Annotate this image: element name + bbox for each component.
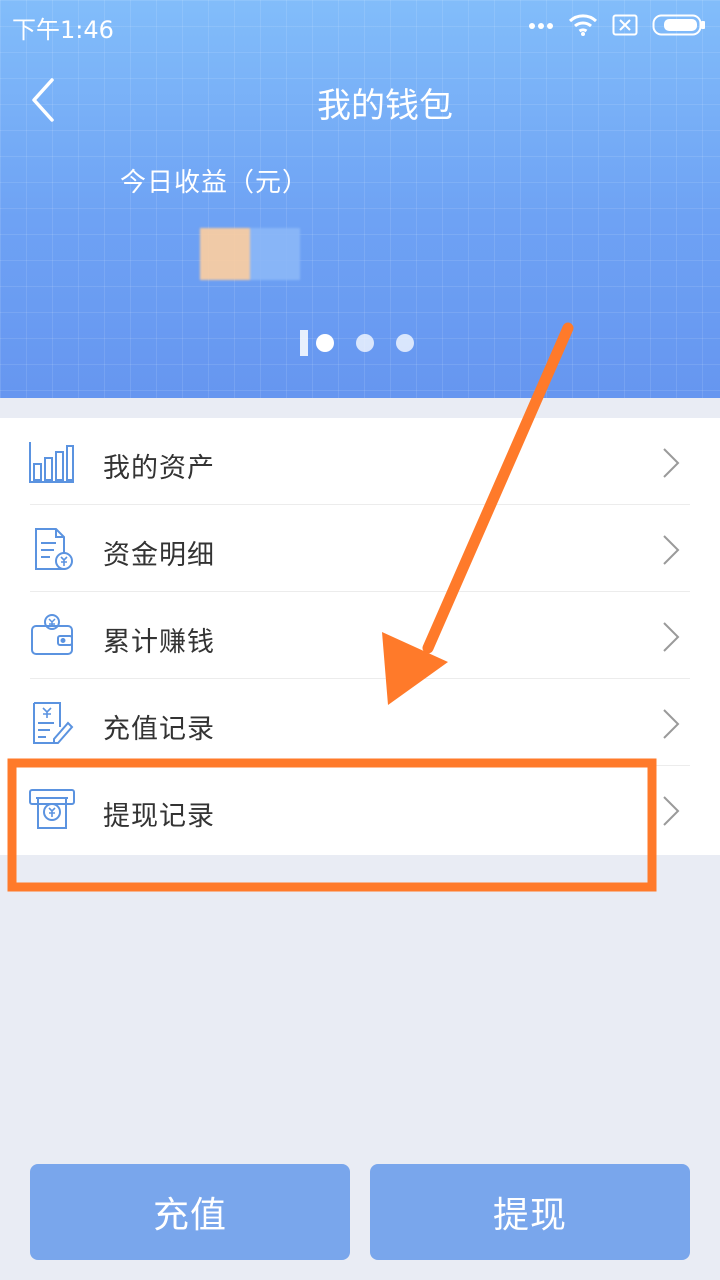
carousel-edge-mark [300,330,308,356]
menu-item-withdraw-records[interactable]: 提现记录 [0,766,720,853]
edit-record-icon [33,702,74,744]
status-bar: 下午1:46 [0,0,720,50]
page-title: 我的钱包 [317,86,453,126]
carousel-dot-3[interactable] [396,334,414,352]
menu-item-total-earnings[interactable]: 累计赚钱 [0,592,720,679]
wallet-icon [31,614,73,655]
wifi-icon [568,14,598,36]
recharge-button[interactable]: 充值 [30,1164,350,1260]
chevron-right-icon [663,535,680,565]
earnings-value-blurred [200,228,300,280]
withdraw-button[interactable]: 提现 [370,1164,690,1260]
chevron-right-icon [663,796,680,826]
wallet-header: 下午1:46 我的钱包 今日收益（元） [0,0,720,398]
menu-item-label: 累计赚钱 [103,627,215,658]
more-dots-icon [529,23,553,29]
document-yuan-icon [35,528,73,570]
chevron-right-icon [663,622,680,652]
menu-item-label: 提现记录 [103,801,215,832]
bar-chart-icon [29,442,74,483]
chevron-right-icon [663,448,680,478]
status-icons [528,10,706,40]
menu-item-recharge-records[interactable]: 充值记录 [0,679,720,766]
no-sim-icon [612,14,638,36]
carousel-dot-1[interactable] [316,334,334,352]
status-time: 下午1:46 [12,16,114,44]
menu-item-label: 充值记录 [103,714,215,745]
menu-item-my-assets[interactable]: 我的资产 [0,418,720,505]
earnings-label: 今日收益（元） [120,168,310,198]
menu-item-fund-details[interactable]: 资金明细 [0,505,720,592]
menu-item-label: 我的资产 [103,453,215,484]
atm-withdraw-icon [29,789,75,829]
battery-icon [652,14,705,36]
wallet-menu-list: 我的资产 资金明细 累计赚钱 充值记录 提现记录 [0,418,720,855]
carousel-dot-2[interactable] [356,334,374,352]
chevron-right-icon [663,709,680,739]
carousel-indicator [300,330,414,356]
menu-item-label: 资金明细 [103,540,215,571]
